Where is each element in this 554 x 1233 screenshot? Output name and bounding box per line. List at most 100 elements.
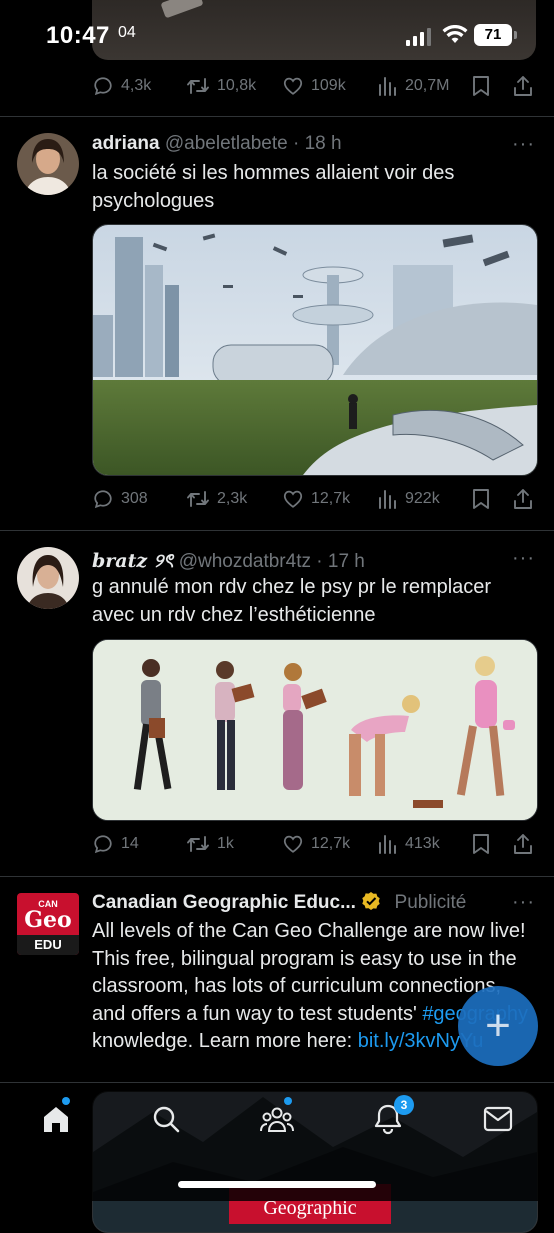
retweet-button[interactable]: 10,8k (186, 75, 256, 97)
tweet-text: g annulé mon rdv chez le psy pr le rempl… (92, 576, 492, 626)
timestamp: · 18 h (292, 133, 342, 154)
bookmark-icon (473, 76, 489, 96)
communities-new-dot (284, 1097, 292, 1105)
handle[interactable]: @whozdatbr4tz (179, 551, 311, 572)
bookmark-button[interactable] (472, 488, 490, 510)
retweet-count: 10,8k (217, 77, 257, 94)
retweet-icon (187, 78, 209, 94)
like-count: 12,7k (311, 835, 351, 852)
compose-button[interactable]: + (458, 986, 538, 1066)
status-time: 10:47 (46, 22, 110, 49)
tweet-adriana[interactable]: adriana @abeletlabete · 18 h ··· la soci… (0, 117, 554, 530)
more-options-button[interactable]: ··· (512, 133, 535, 156)
tweet-image[interactable] (92, 224, 538, 476)
like-button[interactable]: 12,7k (282, 833, 350, 855)
share-icon (514, 76, 532, 96)
share-button[interactable] (512, 75, 534, 97)
handle[interactable]: @abeletlabete (165, 133, 288, 154)
avatar-image (17, 133, 79, 195)
retweet-count: 2,3k (217, 490, 248, 507)
signal-icon (406, 28, 431, 46)
bookmark-icon (473, 834, 489, 854)
reply-icon (94, 77, 112, 96)
views-icon (379, 835, 396, 854)
share-button[interactable] (512, 833, 534, 855)
avatar[interactable] (17, 547, 79, 609)
share-icon (514, 489, 532, 509)
home-icon (44, 1107, 68, 1132)
ad-text-middle: knowledge. Learn more here: (92, 1030, 358, 1052)
messages-icon (483, 1106, 513, 1132)
retweet-icon (187, 491, 209, 507)
views-count: 413k (405, 835, 440, 852)
home-new-dot (62, 1097, 70, 1105)
retweet-icon (187, 836, 209, 852)
battery-indicator: 71 (474, 24, 517, 46)
views-icon (379, 77, 396, 96)
reply-count: 308 (121, 490, 148, 507)
share-button[interactable] (512, 488, 534, 510)
status-bar: 10:47 04 71 (0, 0, 554, 70)
wifi-icon (442, 25, 468, 43)
more-options-button[interactable]: ··· (512, 891, 535, 914)
tab-search[interactable] (146, 1099, 186, 1139)
like-button[interactable]: 109k (282, 75, 346, 97)
previous-tweet-actions: 4,3k 10,8k 109k 20,7M (92, 71, 540, 101)
like-icon (283, 77, 303, 95)
like-count: 109k (311, 77, 346, 94)
logo-edu-text: EDU (17, 935, 79, 955)
home-indicator (178, 1181, 376, 1188)
tweet-header: adriana @abeletlabete · 18 h (92, 133, 342, 155)
avatar[interactable] (17, 133, 79, 195)
bookmark-button[interactable] (472, 75, 490, 97)
like-button[interactable]: 12,7k (282, 488, 350, 510)
verified-icon (362, 892, 380, 910)
futuristic-city-image (93, 225, 537, 475)
share-icon (514, 834, 532, 854)
reply-icon (94, 835, 112, 854)
retweet-button[interactable]: 2,3k (186, 488, 247, 510)
reply-count: 4,3k (121, 77, 152, 94)
reply-button[interactable]: 308 (92, 488, 148, 510)
logo-geo-text: Geo (24, 907, 72, 933)
display-name[interactable]: bratz ୨ৎ (92, 550, 173, 572)
display-name[interactable]: Canadian Geographic Educ... (92, 892, 356, 913)
tab-communities[interactable] (257, 1099, 297, 1139)
tab-messages[interactable] (478, 1099, 518, 1139)
reply-button[interactable]: 4,3k (92, 75, 151, 97)
reply-count: 14 (121, 835, 139, 852)
bookmark-icon (473, 489, 489, 509)
views-icon (379, 490, 396, 509)
tweet-bratz[interactable]: bratz ୨ৎ @whozdatbr4tz · 17 h ··· g annu… (0, 531, 554, 876)
tweet-actions: 14 1k 12,7k 413k (92, 829, 540, 859)
status-time-overlay: 04 (118, 24, 136, 41)
search-icon (153, 1106, 180, 1133)
like-count: 12,7k (311, 490, 351, 507)
views-button[interactable]: 922k (378, 489, 440, 509)
reply-icon (94, 490, 112, 509)
retweet-button[interactable]: 1k (186, 833, 234, 855)
display-name[interactable]: adriana (92, 133, 160, 154)
views-count: 20,7M (405, 77, 450, 94)
timestamp: · 17 h (316, 551, 365, 572)
more-options-button[interactable]: ··· (512, 547, 535, 570)
tweet-text: la société si les hommes allaient voir d… (92, 162, 455, 212)
like-icon (283, 490, 303, 508)
views-count: 922k (405, 490, 440, 507)
reply-button[interactable]: 14 (92, 833, 139, 855)
tweet-header: Canadian Geographic Educ... Publicité (92, 891, 466, 914)
tweet-image[interactable] (92, 639, 538, 821)
tweet-actions: 308 2,3k 12,7k 922k (92, 484, 540, 514)
retweet-count: 1k (217, 835, 234, 852)
tab-home[interactable] (36, 1099, 76, 1139)
transformation-illustration (93, 640, 537, 820)
ad-label: Publicité (394, 892, 467, 913)
communities-icon (260, 1107, 294, 1132)
like-icon (283, 835, 303, 853)
avatar-image (17, 547, 79, 609)
views-button[interactable]: 413k (378, 834, 440, 854)
bookmark-button[interactable] (472, 833, 490, 855)
advertiser-logo[interactable]: CAN Geo EDU (17, 893, 79, 955)
notifications-badge: 3 (394, 1095, 414, 1115)
views-button[interactable]: 20,7M (378, 76, 449, 96)
